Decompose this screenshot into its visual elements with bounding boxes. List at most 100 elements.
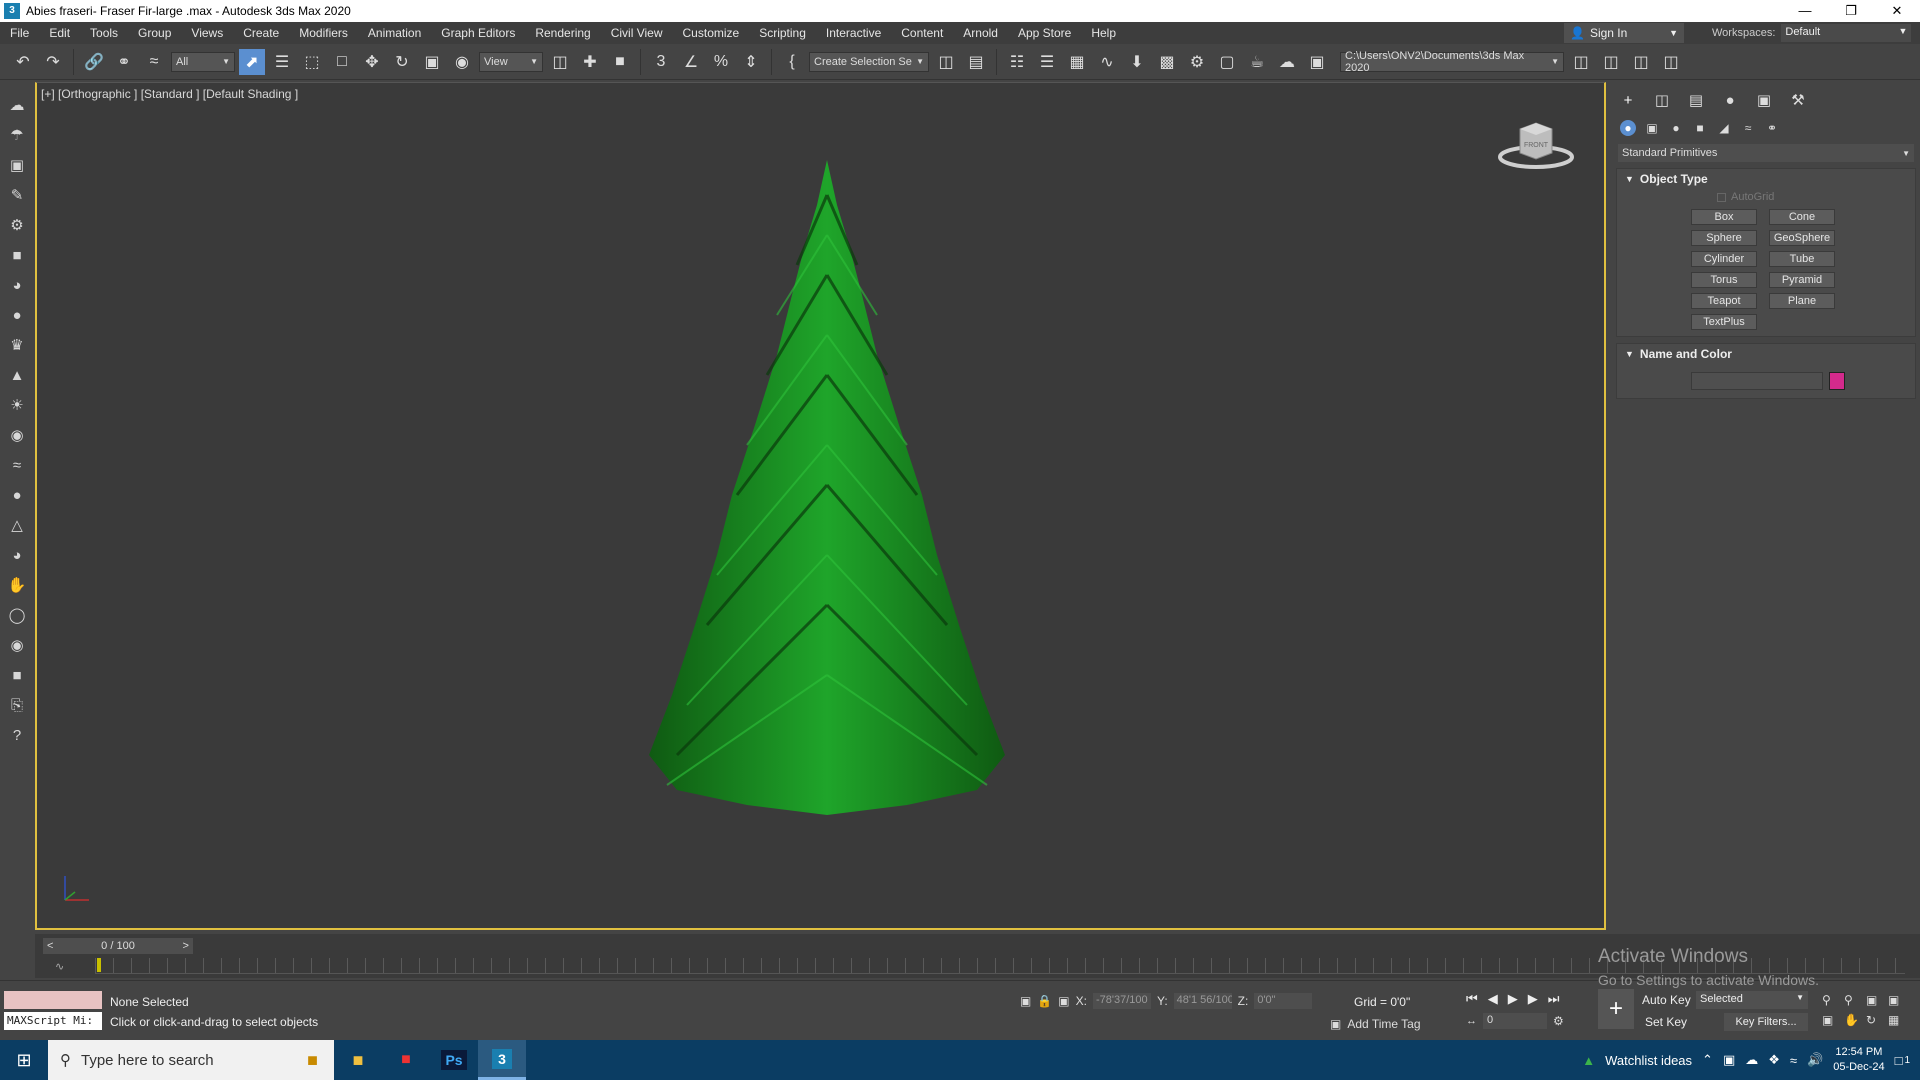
render-icon[interactable]: ■ [6, 664, 28, 686]
wifi-icon[interactable]: ≈ [1790, 1053, 1797, 1068]
go-to-end-icon[interactable]: ⏭ [1548, 991, 1560, 1007]
auto-key-button[interactable]: Auto Key [1642, 993, 1691, 1007]
notification-icon[interactable]: □ [1895, 1053, 1903, 1068]
pivot-center-icon[interactable]: ◫ [547, 49, 573, 75]
rotate-icon[interactable]: ↻ [389, 49, 415, 75]
sign-in-dropdown[interactable]: 👤 Sign In ▼ [1564, 23, 1684, 43]
restore-button[interactable]: ❐ [1828, 0, 1874, 22]
cone-icon[interactable]: ▲ [6, 364, 28, 386]
hand-icon[interactable]: ✋ [6, 574, 28, 596]
menu-civil-view[interactable]: Civil View [601, 22, 673, 44]
autogrid-checkbox[interactable]: AutoGrid [1717, 189, 1915, 205]
name-and-color-header[interactable]: ▼ Name and Color [1617, 344, 1915, 364]
undo-icon[interactable]: ↶ [10, 49, 36, 75]
maxscript-mini-listener[interactable]: MAXScript Mi: [4, 1012, 102, 1030]
cone-button[interactable]: Cone [1769, 209, 1835, 225]
selection-filter-dropdown[interactable]: All ▼ [171, 51, 235, 72]
menu-scripting[interactable]: Scripting [749, 22, 816, 44]
mini-curve-editor-icon[interactable]: ∿ [55, 960, 64, 973]
menu-content[interactable]: Content [891, 22, 953, 44]
file-explorer-app[interactable]: ■ [334, 1040, 382, 1080]
pyramid-icon[interactable]: △ [6, 514, 28, 536]
cameras-icon[interactable]: ■ [1692, 120, 1708, 136]
material-editor-icon[interactable]: ▩ [1154, 49, 1180, 75]
menu-app-store[interactable]: App Store [1008, 22, 1081, 44]
project-set-icon[interactable]: ◫ [1598, 49, 1624, 75]
clipboard-icon[interactable]: ⎘ [6, 694, 28, 716]
add-time-tag[interactable]: ▣ Add Time Tag [1330, 1017, 1421, 1031]
previous-frame-icon[interactable]: ◀ [1488, 991, 1498, 1007]
hierarchy-tab-icon[interactable]: ▤ [1686, 90, 1706, 110]
geometry-icon[interactable]: ● [1620, 120, 1636, 136]
edit-named-selection-icon[interactable]: { [779, 49, 805, 75]
dropbox-icon[interactable]: ❖ [1768, 1052, 1780, 1068]
hemisphere-icon[interactable]: ◕ [6, 274, 28, 296]
render-in-cloud-icon[interactable]: ☁ [1274, 49, 1300, 75]
modify-tab-icon[interactable]: ◫ [1652, 90, 1672, 110]
photoshop-app[interactable]: Ps [430, 1040, 478, 1080]
menu-group[interactable]: Group [128, 22, 181, 44]
object-paint-icon[interactable]: ✎ [6, 184, 28, 206]
freeform-icon[interactable]: ☂ [6, 124, 28, 146]
maximize-viewport-icon[interactable]: ▦ [1888, 1013, 1910, 1027]
next-frame-icon[interactable]: ▶ [1528, 991, 1538, 1007]
selection-tools-icon[interactable]: ▣ [6, 154, 28, 176]
align-icon[interactable]: ▤ [963, 49, 989, 75]
time-slider-prev[interactable]: < [47, 940, 53, 952]
zoom-all-icon[interactable]: ⚲ [1844, 993, 1866, 1007]
angle-snap-icon[interactable]: ∠ [678, 49, 704, 75]
help-icon[interactable]: ? [6, 724, 28, 746]
globe-icon[interactable]: ◕ [6, 544, 28, 566]
menu-tools[interactable]: Tools [80, 22, 128, 44]
plane-button[interactable]: Plane [1769, 293, 1835, 309]
torus-button[interactable]: Torus [1691, 272, 1757, 288]
orbit-icon[interactable]: ↻ [1866, 1013, 1888, 1027]
menu-interactive[interactable]: Interactive [816, 22, 891, 44]
select-by-name-icon[interactable]: ☰ [269, 49, 295, 75]
move-icon[interactable]: ✥ [359, 49, 385, 75]
geosphere-button[interactable]: GeoSphere [1769, 230, 1835, 246]
pyramid-button[interactable]: Pyramid [1769, 272, 1835, 288]
material-ball-icon[interactable]: ◉ [6, 424, 28, 446]
time-configuration-icon[interactable]: ⚙ [1553, 1014, 1564, 1028]
workspaces-dropdown[interactable]: Default ▼ [1781, 24, 1912, 42]
utilities-tab-icon[interactable]: ⚒ [1788, 90, 1808, 110]
3dsmax-app[interactable]: 3 [478, 1040, 526, 1080]
menu-animation[interactable]: Animation [358, 22, 431, 44]
curve-editor-icon[interactable]: ∿ [1094, 49, 1120, 75]
menu-help[interactable]: Help [1081, 22, 1126, 44]
viewcube[interactable]: FRONT [1498, 113, 1574, 173]
isolate-selection-icon[interactable]: ▣ [1020, 994, 1031, 1008]
project-folder-icon[interactable]: ◫ [1568, 49, 1594, 75]
show-hidden-icons-icon[interactable]: ⌃ [1702, 1052, 1713, 1068]
cylinder-button[interactable]: Cylinder [1691, 251, 1757, 267]
motion-tab-icon[interactable]: ● [1720, 90, 1740, 110]
select-manipulate-icon[interactable]: ✚ [577, 49, 603, 75]
layer-explorer-icon[interactable]: ☰ [1034, 49, 1060, 75]
render-production-icon[interactable]: ☕ [1244, 49, 1270, 75]
shapes-icon[interactable]: ▣ [1644, 120, 1660, 136]
track-bar[interactable] [95, 958, 1905, 974]
volume-icon[interactable]: 🔊 [1807, 1052, 1823, 1068]
wps-app[interactable]: ■ [382, 1040, 430, 1080]
window-crossing-icon[interactable]: □ [329, 49, 355, 75]
pan-icon[interactable]: ✋ [1844, 1013, 1866, 1027]
scale-icon[interactable]: ▣ [419, 49, 445, 75]
time-slider-next[interactable]: > [183, 940, 189, 952]
menu-views[interactable]: Views [181, 22, 233, 44]
taskbar-clock[interactable]: 12:54 PM 05-Dec-24 [1833, 1045, 1884, 1075]
maxscript-output[interactable] [4, 991, 102, 1009]
menu-file[interactable]: File [0, 22, 39, 44]
link-icon[interactable]: 🔗 [81, 49, 107, 75]
a360-gallery-icon[interactable]: ▣ [1304, 49, 1330, 75]
start-button[interactable]: ⊞ [0, 1040, 48, 1080]
menu-modifiers[interactable]: Modifiers [289, 22, 358, 44]
object-name-input[interactable] [1691, 372, 1823, 390]
tray-app-icon[interactable]: ▣ [1723, 1052, 1735, 1068]
rendered-frame-window-icon[interactable]: ▢ [1214, 49, 1240, 75]
project-toolbar-icon[interactable]: ◫ [1658, 49, 1684, 75]
y-coordinate-field[interactable]: 48'1 56/100 [1173, 993, 1232, 1009]
box-icon[interactable]: ■ [6, 244, 28, 266]
sphere-icon[interactable]: ● [6, 304, 28, 326]
palette-icon[interactable]: ◉ [6, 634, 28, 656]
